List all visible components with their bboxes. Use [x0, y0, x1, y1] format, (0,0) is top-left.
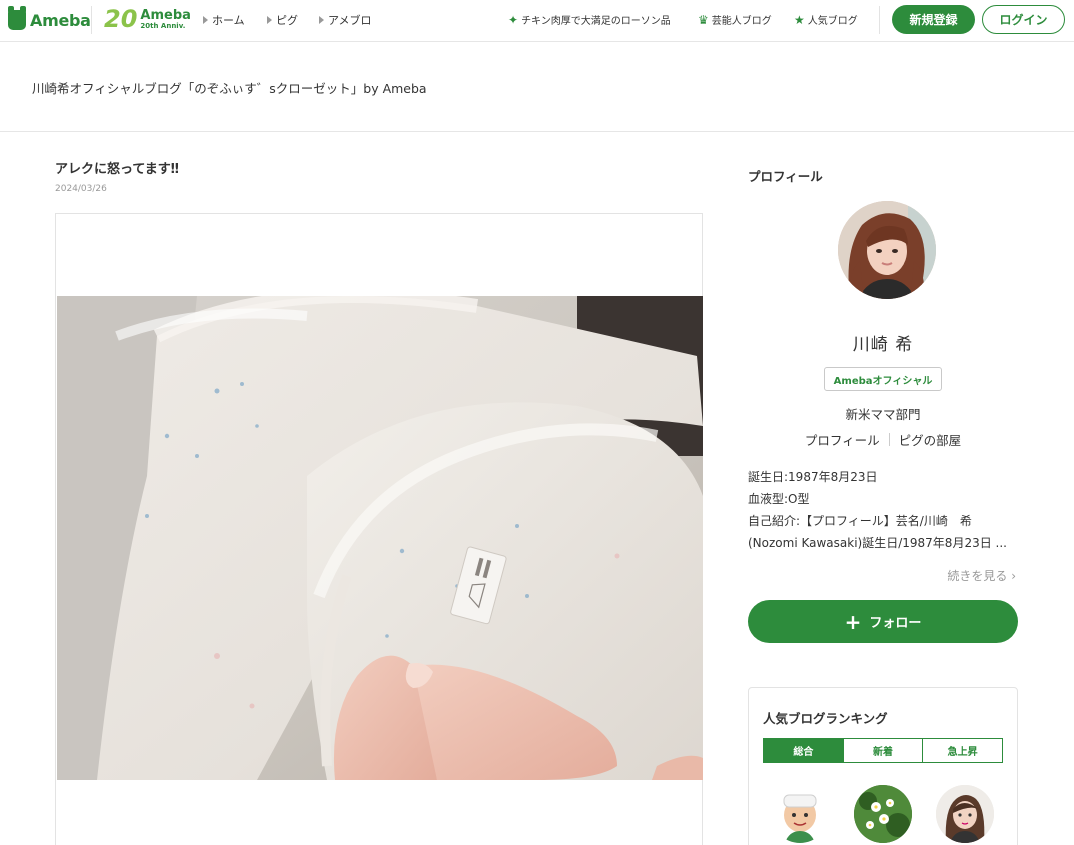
blog-title[interactable]: 川崎希オフィシャルブログ「のぞふぃす゛sクローゼット」by Ameba — [32, 78, 427, 97]
divider — [0, 131, 1074, 132]
sparkle-icon: ✦ — [508, 12, 519, 27]
star-icon: ★ — [794, 12, 805, 27]
promo-link-popular-label: 人気ブログ — [807, 16, 858, 27]
ameba-mascot-icon — [8, 6, 26, 30]
profile-name[interactable]: 川崎 希 — [748, 330, 1018, 355]
nav-pigg[interactable]: ピグ — [267, 12, 298, 28]
anniversary-logo[interactable]: 20 Ameba 20th Anniv. — [104, 5, 191, 33]
chevron-right-icon: › — [1011, 569, 1016, 583]
profile-info: 誕生日:1987年8月23日 血液型:O型 自己紹介:【プロフィール】芸名/川崎… — [748, 466, 1018, 554]
entry-photo[interactable] — [57, 296, 703, 780]
global-header: Ameba 20 Ameba 20th Anniv. ホーム ピグ アメブロ ✦… — [0, 0, 1074, 42]
entry-title[interactable]: アレクに怒ってます‼ — [55, 158, 179, 177]
profile-blood-type: 血液型:O型 — [748, 492, 810, 506]
official-badge: Amebaオフィシャル — [824, 367, 942, 391]
avatar-portrait — [838, 201, 936, 299]
nav-ameblo[interactable]: アメブロ — [319, 12, 371, 28]
ranking-avatar[interactable] — [854, 785, 912, 843]
anniversary-sub: 20th Anniv. — [140, 21, 186, 30]
entry-date: 2024/03/26 — [55, 184, 107, 194]
follow-label: フォロー — [869, 616, 922, 631]
plus-icon: + — [844, 609, 862, 634]
anniversary-number: 20 — [104, 5, 138, 33]
tab-rising[interactable]: 急上昇 — [922, 739, 1003, 762]
nav-home[interactable]: ホーム — [203, 12, 245, 28]
promo-link-celebrity-label: 芸能人ブログ — [711, 16, 772, 27]
tab-overall[interactable]: 総合 — [764, 739, 843, 762]
ranking-widget: 人気ブログランキング 総合 新着 急上昇 — [748, 687, 1018, 845]
anniversary-title: Ameba — [140, 7, 191, 23]
link-separator — [888, 433, 890, 446]
header-divider — [879, 6, 880, 34]
ranking-avatar-image — [936, 785, 994, 843]
ameba-logo-text: Ameba — [30, 10, 91, 30]
profile-birthday: 誕生日:1987年8月23日 — [748, 470, 878, 484]
ranking-avatar-image — [854, 785, 912, 843]
ranking-avatar[interactable] — [936, 785, 994, 843]
read-more-link[interactable]: 続きを見る › — [748, 567, 1016, 584]
ranking-avatar[interactable] — [771, 785, 829, 843]
promo-link-lawson[interactable]: ✦ チキン肉厚で大満足のローソン品 — [508, 12, 671, 28]
promo-link-celebrity[interactable]: ♛ 芸能人ブログ — [698, 12, 772, 28]
tab-new[interactable]: 新着 — [842, 739, 923, 762]
header-divider — [91, 6, 92, 34]
promo-link-lawson-label: チキン肉厚で大満足のローソン品 — [521, 16, 671, 27]
profile-heading: プロフィール — [748, 169, 823, 184]
towel-photo-illustration — [57, 296, 703, 780]
chevron-right-icon — [319, 16, 324, 24]
login-button[interactable]: ログイン — [982, 5, 1065, 34]
register-button[interactable]: 新規登録 — [892, 5, 975, 34]
chevron-right-icon — [267, 16, 272, 24]
ameba-logo[interactable]: Ameba — [8, 6, 91, 32]
entry-body — [55, 213, 703, 845]
profile-intro: 自己紹介:【プロフィール】芸名/川崎 希(Nozomi Kawasaki)誕生日… — [748, 514, 1007, 550]
read-more-label: 続きを見る — [947, 569, 1008, 583]
profile-avatar[interactable] — [838, 201, 936, 299]
profile-links: プロフィール ピグの部屋 — [748, 430, 1018, 449]
ranking-tabs: 総合 新着 急上昇 — [763, 738, 1003, 763]
follow-button[interactable]: + フォロー — [748, 600, 1018, 643]
profile-genre[interactable]: 新米ママ部門 — [748, 404, 1018, 423]
nav-ameblo-label: アメブロ — [328, 14, 372, 27]
crown-icon: ♛ — [698, 12, 709, 27]
ranking-avatar-image — [771, 785, 829, 843]
promo-link-popular[interactable]: ★ 人気ブログ — [794, 12, 858, 28]
nav-pigg-label: ピグ — [276, 14, 298, 27]
pigg-room-link[interactable]: ピグの部屋 — [899, 430, 962, 449]
nav-home-label: ホーム — [212, 14, 245, 27]
chevron-right-icon — [203, 16, 208, 24]
profile-link[interactable]: プロフィール — [805, 430, 880, 449]
ranking-title: 人気ブログランキング — [763, 711, 888, 726]
